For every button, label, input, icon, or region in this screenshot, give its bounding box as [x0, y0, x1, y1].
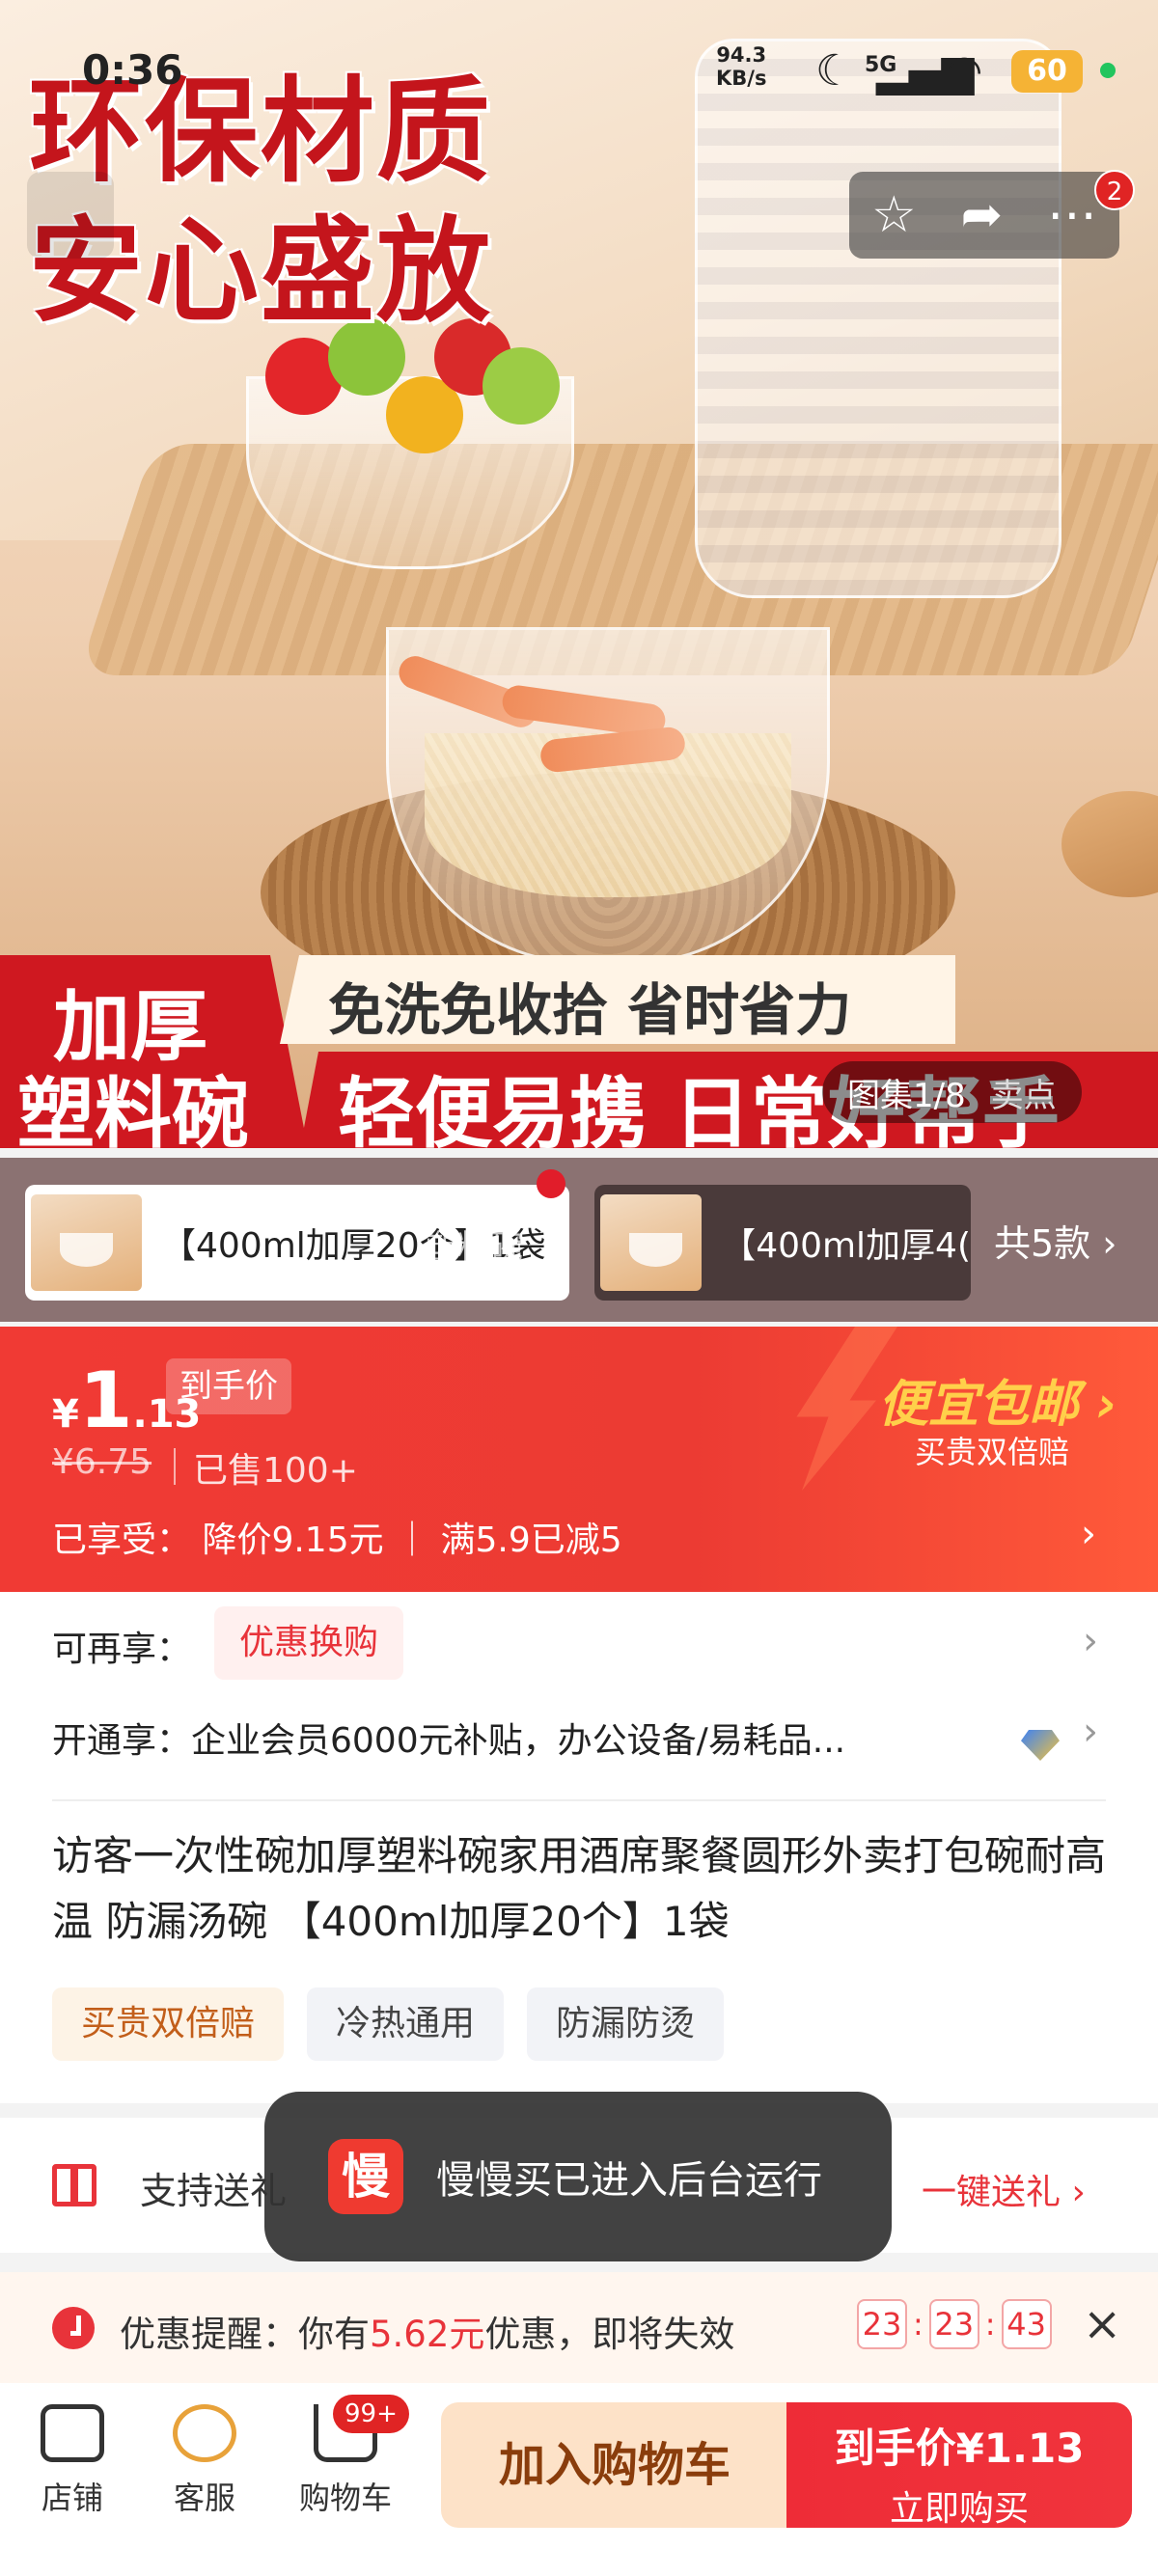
promo-subtitle: 买贵双倍赔 — [915, 1434, 1070, 1470]
cart-badge: 99+ — [333, 2395, 409, 2433]
countdown-colon: : — [913, 2306, 924, 2343]
divider — [52, 1799, 1106, 1801]
product-info-card: 可再享： 优惠换购 › 开通享：企业会员6000元补贴，办公设备/易耗品... … — [0, 1592, 1158, 2103]
price-integer: 1 — [78, 1356, 133, 1445]
original-price: ¥6.75 — [52, 1442, 152, 1482]
manmanmai-logo-icon: 慢 — [328, 2139, 403, 2214]
price-panel[interactable]: ¥1.13 到手价 ¥6.75 已售100+ 已享受： 降价9.15元 ｜ 满5… — [0, 1327, 1158, 1592]
tag-price-protect[interactable]: 买贵双倍赔 — [52, 1987, 285, 2061]
variant-ghost-text: 塑料碗 — [425, 1228, 523, 1267]
top-action-bar: ☆ ➦ ⋯ — [849, 172, 1119, 259]
favorite-star-icon[interactable]: ☆ — [871, 190, 917, 240]
tag-hot-cold: 冷热通用 — [307, 1987, 505, 2061]
variant-selector: 【400ml加厚20个】1袋 【400ml加厚4( — [0, 1158, 1158, 1322]
banner-left-line2: 塑料碗 — [17, 1069, 249, 1148]
countdown-minutes: 23 — [928, 2299, 979, 2349]
price-currency: ¥ — [52, 1392, 79, 1437]
countdown-colon: : — [984, 2306, 996, 2343]
clock-icon — [52, 2307, 95, 2349]
status-time: 0:36 — [82, 46, 183, 94]
all-variants-link[interactable]: 共5款 › — [994, 1214, 1117, 1267]
status-bar: 0:36 94.3 KB/s ☾ 5G ▂▄▆ ◠ 60 — [0, 0, 1158, 145]
net-speed-unit: KB/s — [716, 67, 767, 90]
service-nav[interactable]: 客服 — [147, 2404, 262, 2518]
share-icon[interactable]: ➦ — [961, 190, 1004, 240]
close-icon[interactable]: × — [1083, 2297, 1121, 2351]
reminder-amount: 5.62元 — [370, 2314, 485, 2355]
variant-thumbnail — [600, 1194, 703, 1291]
more-icon[interactable]: ⋯ — [1047, 190, 1097, 240]
grape — [482, 347, 560, 425]
coupon-reminder[interactable]: 优惠提醒：你有5.62元优惠，即将失效 23 : 23 : 43 × — [0, 2272, 1158, 2383]
wifi-icon: ◠ — [946, 46, 983, 96]
variant-label: 【400ml加厚4( — [721, 1226, 971, 1266]
promo-title[interactable]: 便宜包邮 › — [878, 1363, 1117, 1436]
net-speed: 94.3 KB/s — [716, 43, 766, 90]
cart-label: 购物车 — [298, 2480, 392, 2516]
reminder-prefix: 优惠提醒：你有 — [120, 2314, 370, 2355]
reminder-text: 优惠提醒：你有5.62元优惠，即将失效 — [120, 2305, 734, 2357]
variant-selected-dot — [537, 1169, 565, 1198]
service-icon — [173, 2404, 236, 2462]
service-label: 客服 — [173, 2480, 235, 2516]
countdown-hours: 23 — [857, 2299, 907, 2349]
back-button[interactable] — [27, 172, 114, 259]
shop-label: 店铺 — [41, 2480, 103, 2516]
discount-summary: 已享受： 降价9.15元 ｜ 满5.9已减5 — [52, 1521, 622, 1560]
add-to-cart-button[interactable]: 加入购物车 — [441, 2402, 788, 2528]
gallery-counter[interactable]: 图集1/8 卖点 — [822, 1061, 1082, 1123]
message-badge: 2 — [1094, 170, 1135, 210]
buy-now-label: 立即购买 — [889, 2489, 1029, 2529]
product-title[interactable]: 访客一次性碗加厚塑料碗家用酒席聚餐圆形外卖打包碗耐高温 防漏汤碗 【400ml加… — [52, 1823, 1114, 1955]
variant-thumbnail — [31, 1194, 142, 1291]
chevron-right-icon[interactable]: › — [1083, 1710, 1098, 1754]
countdown-seconds: 43 — [1001, 2299, 1052, 2349]
chevron-right-icon[interactable]: › — [1083, 1619, 1098, 1663]
wooden-spoon — [1062, 791, 1158, 897]
countdown-timer: 23 : 23 : 43 — [857, 2299, 1052, 2349]
battery-icon: 60 — [1011, 50, 1083, 93]
net-speed-value: 94.3 — [716, 43, 767, 67]
moon-icon: ☾ — [815, 46, 854, 96]
gift-icon — [52, 2164, 96, 2206]
price-divider — [174, 1448, 176, 1485]
sold-count: 已售100+ — [193, 1451, 358, 1491]
shop-icon — [41, 2404, 104, 2462]
member-offer-text[interactable]: 开通享：企业会员6000元补贴，办公设备/易耗品... — [52, 1713, 845, 1763]
gallery-index: 图集1/8 — [847, 1076, 966, 1115]
shop-nav[interactable]: 店铺 — [14, 2404, 130, 2518]
banner-slogan1: 免洗免收拾 省时省力 — [328, 977, 852, 1043]
banner-left: 加厚 塑料碗 — [0, 955, 309, 1148]
privacy-dot — [1100, 63, 1116, 78]
bottom-action-bar: 店铺 客服 购物车 99+ 加入购物车 到手价¥1.13 立即购买 — [0, 2383, 1158, 2576]
toast-text: 慢慢买已进入后台运行 — [436, 2158, 822, 2203]
variant-option[interactable]: 【400ml加厚4( — [594, 1185, 971, 1301]
send-gift-link[interactable]: 一键送礼 › — [922, 2164, 1086, 2214]
toast-notification: 慢 慢慢买已进入后台运行 — [264, 2092, 892, 2261]
buy-now-button[interactable]: 到手价¥1.13 立即购买 — [786, 2402, 1132, 2529]
tag-leakproof: 防漏防烫 — [527, 1987, 725, 2061]
exchange-offer-chip[interactable]: 优惠换购 — [214, 1606, 404, 1680]
final-price-tag: 到手价 — [166, 1358, 291, 1414]
reminder-suffix: 优惠，即将失效 — [484, 2314, 735, 2355]
buy-price-label: 到手价¥1.13 — [834, 2425, 1085, 2472]
more-offers-label: 可再享： — [52, 1630, 192, 1669]
banner-slogan-box: 免洗免收拾 省时省力 — [280, 955, 955, 1044]
diamond-icon — [1021, 1730, 1060, 1761]
chevron-right-icon[interactable]: › — [1081, 1512, 1096, 1556]
gallery-selling-points[interactable]: 卖点 — [991, 1069, 1057, 1116]
product-tags: 买贵双倍赔 冷热通用 防漏防烫 — [52, 1987, 725, 2061]
